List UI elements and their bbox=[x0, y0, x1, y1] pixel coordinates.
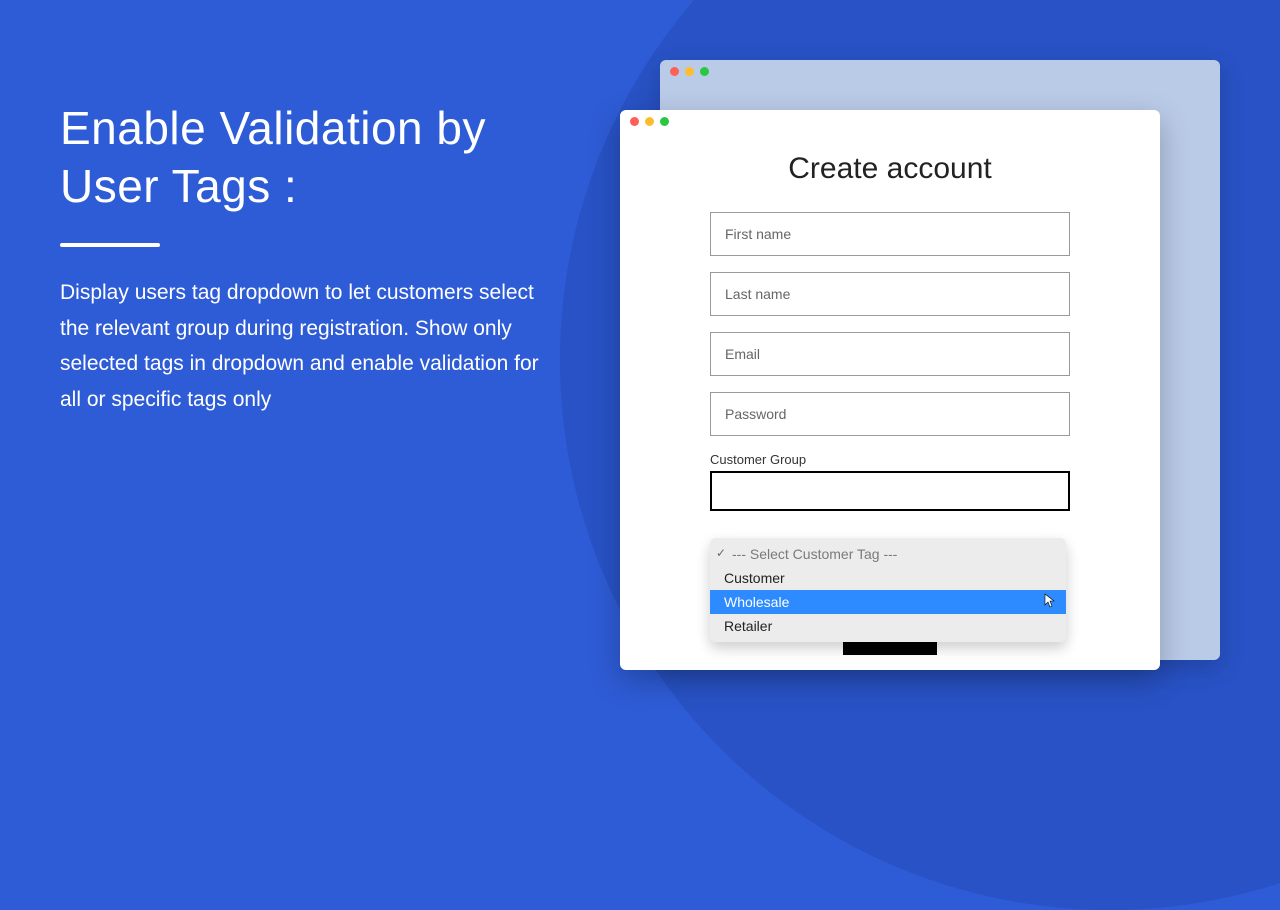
description: Display users tag dropdown to let custom… bbox=[60, 275, 540, 418]
form-inner: First name Last name Email Password Cust… bbox=[710, 212, 1070, 655]
placeholder-text: Email bbox=[725, 346, 760, 362]
first-name-input[interactable]: First name bbox=[710, 212, 1070, 256]
window-stack: Create account First name Last name Emai… bbox=[620, 60, 1220, 680]
maximize-icon[interactable] bbox=[660, 117, 669, 126]
titlebar-back bbox=[660, 60, 1220, 82]
placeholder-text: First name bbox=[725, 226, 791, 242]
close-icon[interactable] bbox=[630, 117, 639, 126]
form-area: Create account First name Last name Emai… bbox=[620, 132, 1160, 655]
dropdown-option-customer[interactable]: Customer bbox=[710, 566, 1066, 590]
dropdown-option-retailer[interactable]: Retailer bbox=[710, 614, 1066, 638]
dropdown-placeholder[interactable]: --- Select Customer Tag --- bbox=[710, 542, 1066, 566]
password-input[interactable]: Password bbox=[710, 392, 1070, 436]
heading: Enable Validation by User Tags : bbox=[60, 100, 540, 215]
customer-group-select[interactable] bbox=[710, 471, 1070, 511]
minimize-icon[interactable] bbox=[645, 117, 654, 126]
window-front: Create account First name Last name Emai… bbox=[620, 110, 1160, 670]
dropdown-option-wholesale[interactable]: Wholesale bbox=[710, 590, 1066, 614]
marketing-copy: Enable Validation by User Tags : Display… bbox=[60, 100, 540, 418]
maximize-icon[interactable] bbox=[700, 67, 709, 76]
dropdown-option-label: Wholesale bbox=[724, 594, 789, 610]
cursor-icon bbox=[1042, 593, 1056, 612]
last-name-input[interactable]: Last name bbox=[710, 272, 1070, 316]
divider bbox=[60, 243, 160, 247]
titlebar-front bbox=[620, 110, 1160, 132]
form-title: Create account bbox=[650, 152, 1130, 186]
placeholder-text: Last name bbox=[725, 286, 790, 302]
email-input[interactable]: Email bbox=[710, 332, 1070, 376]
customer-group-dropdown: --- Select Customer Tag --- Customer Who… bbox=[710, 538, 1066, 642]
minimize-icon[interactable] bbox=[685, 67, 694, 76]
customer-group-label: Customer Group bbox=[710, 452, 1070, 467]
placeholder-text: Password bbox=[725, 406, 786, 422]
close-icon[interactable] bbox=[670, 67, 679, 76]
